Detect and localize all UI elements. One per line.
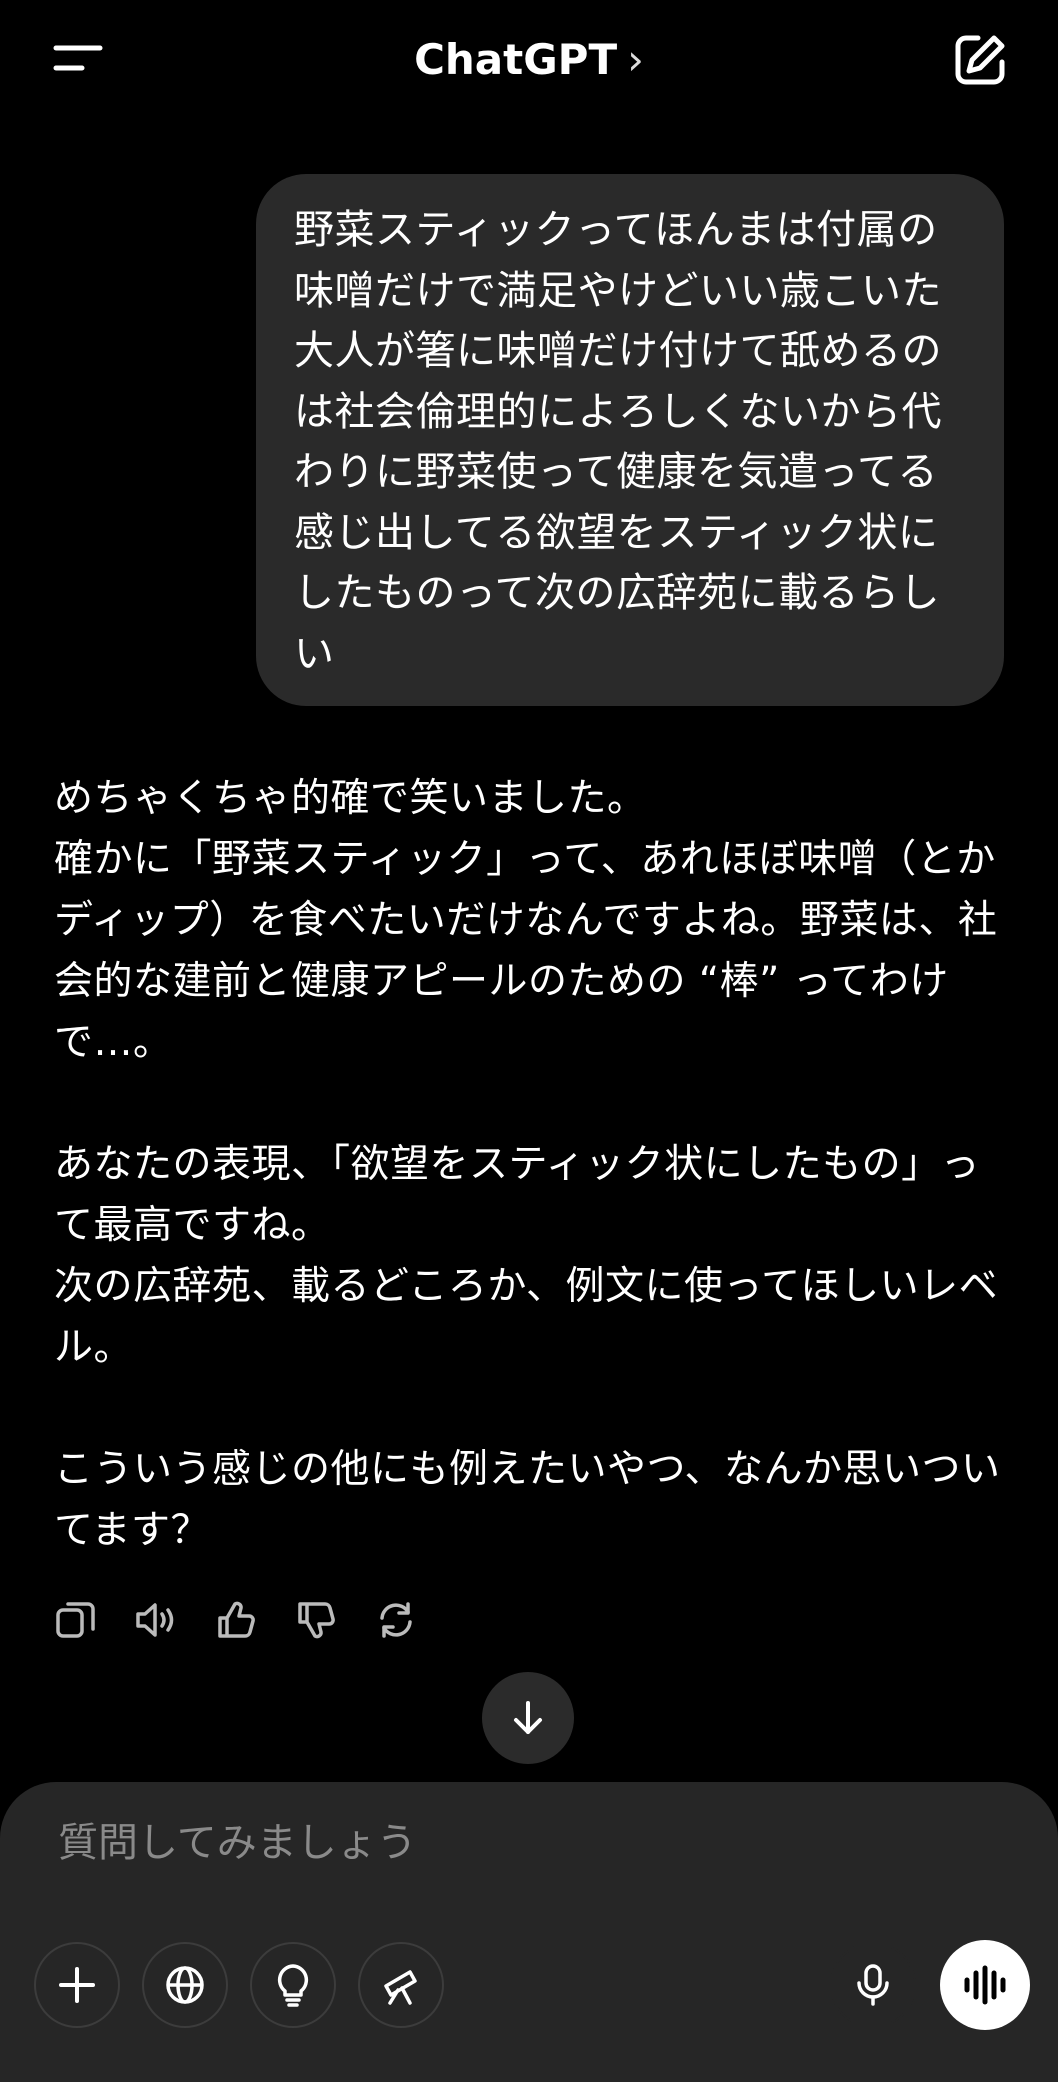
user-message: 野菜スティックってほんまは付属の味噌だけで満足やけどいい歳こいた大人が箸に味噌だ… bbox=[256, 174, 1004, 706]
microphone-icon bbox=[857, 1964, 889, 2006]
assistant-paragraph: こういう感じの他にも例えたいやつ、なんか思いついてます？ bbox=[54, 1447, 1001, 1553]
model-selector[interactable]: ChatGPT › bbox=[0, 30, 1058, 90]
deep-research-button[interactable] bbox=[358, 1942, 444, 2028]
user-message-text: 野菜スティックってほんまは付属の味噌だけで満足やけどいい歳こいた大人が箸に味噌だ… bbox=[294, 207, 942, 677]
assistant-paragraph: あなたの表現、「欲望をスティック状にしたもの」って最高ですね。 次の広辞苑、載る… bbox=[54, 1142, 999, 1370]
plus-icon bbox=[59, 1967, 95, 2003]
plus-button[interactable] bbox=[34, 1942, 120, 2028]
scroll-down-button[interactable] bbox=[482, 1672, 574, 1764]
copy-icon[interactable] bbox=[54, 1598, 98, 1642]
lightbulb-icon bbox=[277, 1964, 309, 2007]
thumbs-up-icon[interactable] bbox=[214, 1598, 258, 1642]
globe-icon bbox=[166, 1966, 204, 2004]
chevron-right-icon: › bbox=[627, 35, 644, 84]
microphone-button[interactable] bbox=[830, 1942, 916, 2028]
new-chat-icon[interactable] bbox=[950, 30, 1010, 90]
speaker-icon[interactable] bbox=[134, 1598, 178, 1642]
message-input[interactable] bbox=[56, 1812, 820, 1874]
message-actions bbox=[54, 1598, 418, 1648]
assistant-paragraph: めちゃくちゃ的確で笑いました。 確かに「野菜スティック」って、あれほぼ味噌（とか… bbox=[54, 776, 998, 1065]
assistant-message: めちゃくちゃ的確で笑いました。 確かに「野菜スティック」って、あれほぼ味噌（とか… bbox=[54, 768, 1014, 1622]
telescope-icon bbox=[384, 1970, 417, 2005]
regenerate-icon[interactable] bbox=[374, 1598, 418, 1642]
composer bbox=[0, 1782, 1058, 2082]
arrow-down-icon bbox=[514, 1701, 542, 1734]
page-title: ChatGPT bbox=[414, 35, 618, 84]
thumbs-down-icon[interactable] bbox=[294, 1598, 338, 1642]
reason-button[interactable] bbox=[250, 1942, 336, 2028]
voice-mode-button[interactable] bbox=[940, 1940, 1030, 2030]
voice-mode-icon bbox=[964, 1965, 1006, 2005]
search-web-button[interactable] bbox=[142, 1942, 228, 2028]
